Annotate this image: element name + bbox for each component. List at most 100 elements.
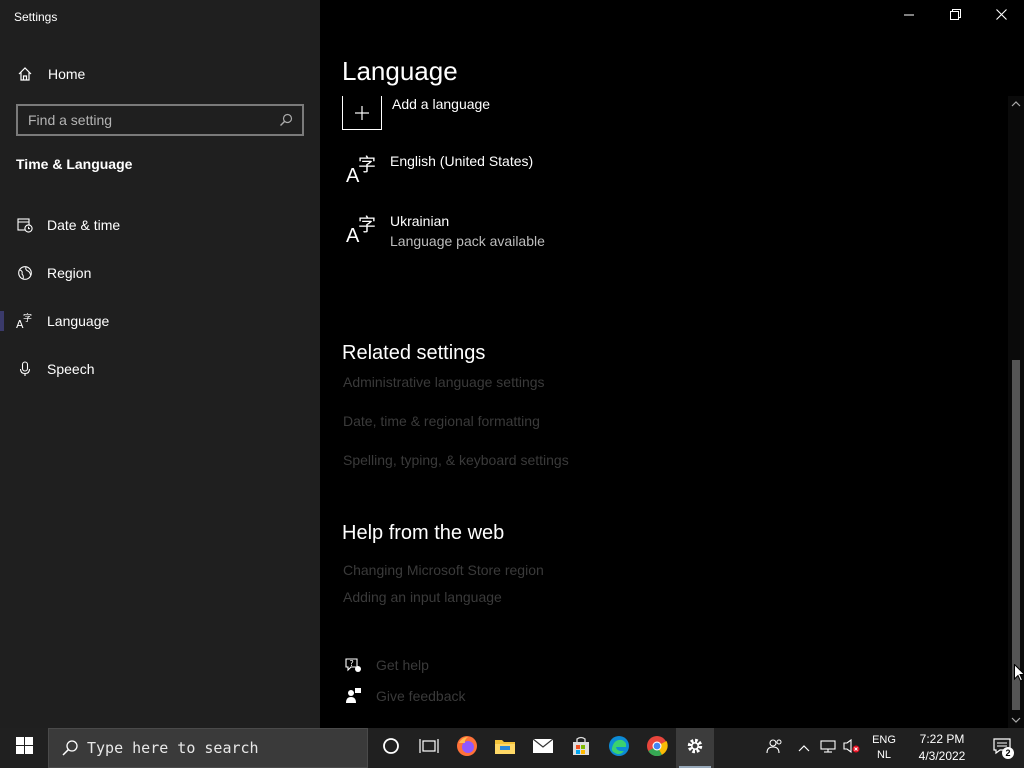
taskbar-search-text: Type here to search — [87, 739, 259, 757]
search-icon — [61, 739, 79, 757]
restore-button[interactable] — [932, 0, 978, 32]
get-help-label: Get help — [376, 657, 429, 673]
taskbar-chrome[interactable] — [638, 728, 676, 768]
mouse-cursor-icon — [1014, 663, 1024, 687]
chrome-icon — [646, 735, 668, 762]
windows-logo-icon — [15, 737, 33, 759]
volume-muted-icon — [843, 738, 861, 759]
cortana-button[interactable] — [372, 728, 410, 768]
close-icon — [995, 7, 1007, 25]
people-button[interactable] — [758, 728, 792, 768]
task-view-icon — [419, 737, 439, 760]
add-language-label: Add a language — [392, 96, 491, 112]
language-status: Language pack available — [390, 233, 545, 249]
network-icon — [819, 738, 837, 759]
taskbar-mail[interactable] — [524, 728, 562, 768]
system-tray: ENG NL 7:22 PM 4/3/2022 2 — [758, 728, 1024, 768]
search-input[interactable] — [18, 112, 274, 128]
get-help-link[interactable]: ? Get help — [342, 654, 429, 676]
close-button[interactable] — [978, 0, 1024, 32]
language-name: Ukrainian — [390, 213, 450, 229]
scroll-down-arrow[interactable] — [1008, 712, 1024, 728]
give-feedback-link[interactable]: Give feedback — [342, 685, 466, 707]
sidebar-item-label: Date & time — [47, 217, 121, 233]
window-title: Settings — [14, 10, 58, 24]
edge-icon — [608, 735, 630, 762]
language-icon: A字 — [16, 312, 34, 330]
keyboard-layout: NL — [876, 749, 892, 761]
nav-home[interactable]: Home — [16, 62, 85, 86]
sidebar-item-label: Language — [47, 313, 110, 329]
language-item-english[interactable]: A字 English (United States) — [342, 153, 533, 189]
scroll-thumb[interactable] — [1012, 360, 1020, 710]
sidebar-item-label: Region — [47, 265, 92, 281]
sidebar: Settings Home Time & Language Date & tim… — [0, 0, 320, 728]
taskbar-edge[interactable] — [600, 728, 638, 768]
related-settings-heading: Related settings — [342, 342, 486, 364]
home-icon — [16, 65, 34, 83]
firefox-icon — [456, 735, 478, 762]
link-administrative-language[interactable]: Administrative language settings — [343, 374, 545, 390]
taskbar-store[interactable] — [562, 728, 600, 768]
plus-icon — [342, 96, 382, 130]
link-date-time-formatting[interactable]: Date, time & regional formatting — [343, 413, 540, 429]
clock-time: 7:22 PM — [919, 732, 965, 746]
svg-text:?: ? — [350, 659, 354, 668]
notification-count-badge: 2 — [1002, 747, 1014, 759]
chevron-up-icon — [798, 739, 810, 757]
minimize-icon — [904, 7, 914, 25]
taskbar-firefox[interactable] — [448, 728, 486, 768]
globe-icon — [16, 264, 34, 282]
link-adding-input-language[interactable]: Adding an input language — [343, 589, 502, 605]
search-icon[interactable] — [274, 108, 298, 132]
add-language-button[interactable]: Add a language — [342, 96, 490, 130]
svg-text:字: 字 — [23, 312, 32, 324]
vertical-scrollbar[interactable] — [1008, 96, 1024, 728]
date-time-icon — [16, 216, 34, 234]
language-code: ENG — [872, 734, 896, 746]
taskbar-search[interactable]: Type here to search — [48, 728, 368, 768]
find-setting-search[interactable] — [16, 104, 304, 136]
language-icon: A字 — [346, 155, 376, 187]
taskbar: Type here to search ENG NL 7:22 PM 4/3/2… — [0, 728, 1024, 768]
input-language-indicator[interactable]: ENG NL — [864, 733, 904, 763]
sidebar-item-language[interactable]: A字 Language — [0, 301, 320, 341]
nav-home-label: Home — [48, 66, 86, 82]
action-center-button[interactable]: 2 — [980, 728, 1024, 768]
give-feedback-label: Give feedback — [376, 688, 466, 704]
taskbar-file-explorer[interactable] — [486, 728, 524, 768]
clock[interactable]: 7:22 PM 4/3/2022 — [904, 731, 980, 765]
taskbar-settings[interactable] — [676, 728, 714, 768]
cortana-icon — [382, 737, 400, 760]
show-hidden-icons-button[interactable] — [792, 728, 816, 768]
minimize-button[interactable] — [886, 0, 932, 32]
sidebar-item-region[interactable]: Region — [0, 253, 320, 293]
main-content: Language Add a language A字 English (Unit… — [320, 0, 1024, 728]
task-view-button[interactable] — [410, 728, 448, 768]
mail-icon — [532, 738, 554, 759]
settings-icon — [685, 736, 705, 761]
get-help-icon: ? — [342, 654, 364, 676]
clock-date: 4/3/2022 — [918, 749, 966, 763]
language-item-ukrainian[interactable]: A字 Ukrainian Language pack available — [342, 213, 545, 249]
language-name: English (United States) — [390, 153, 534, 169]
file-explorer-icon — [494, 737, 516, 760]
microphone-icon — [16, 360, 34, 378]
language-icon: A字 — [346, 215, 376, 247]
sidebar-item-speech[interactable]: Speech — [0, 349, 320, 389]
link-spelling-typing-keyboard[interactable]: Spelling, typing, & keyboard settings — [343, 452, 569, 468]
sidebar-item-date-time[interactable]: Date & time — [0, 205, 320, 245]
section-heading: Time & Language — [16, 156, 133, 172]
people-icon — [766, 738, 784, 759]
sidebar-item-label: Speech — [47, 361, 95, 377]
restore-icon — [949, 7, 961, 25]
scroll-up-arrow[interactable] — [1008, 96, 1024, 112]
link-changing-store-region[interactable]: Changing Microsoft Store region — [343, 562, 544, 578]
volume-button[interactable] — [840, 728, 864, 768]
help-from-web-heading: Help from the web — [342, 522, 505, 544]
feedback-icon — [342, 685, 364, 707]
page-title: Language — [342, 56, 458, 86]
store-icon — [571, 736, 591, 761]
start-button[interactable] — [0, 728, 48, 768]
network-button[interactable] — [816, 728, 840, 768]
